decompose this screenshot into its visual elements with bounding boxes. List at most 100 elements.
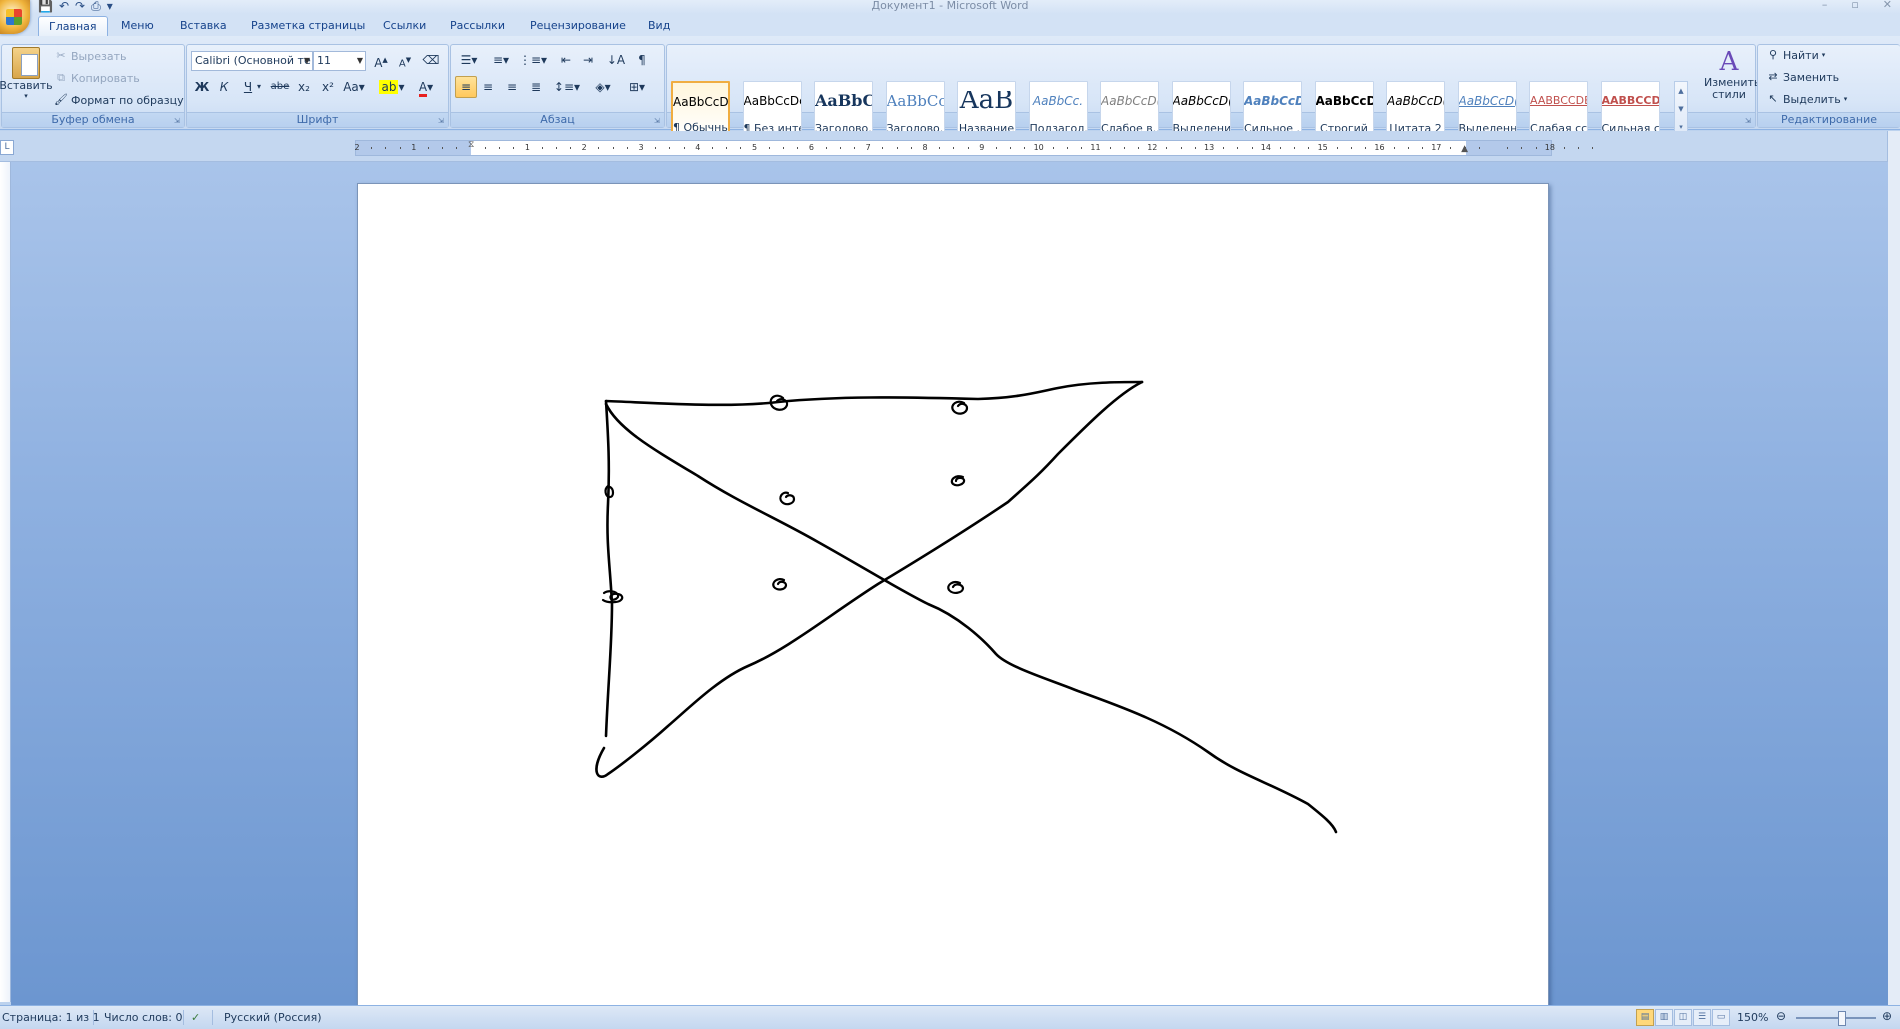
show-formatting-icon[interactable]: ¶ (631, 49, 653, 71)
ruler-tick (1578, 147, 1580, 149)
change-case-button[interactable]: Aa▾ (341, 76, 367, 98)
chevron-down-icon[interactable]: ▼ (1675, 100, 1687, 118)
right-indent-marker-icon[interactable]: ▲ (1461, 144, 1468, 154)
dialog-launcher-icon[interactable]: ⇲ (174, 117, 182, 125)
align-right-icon[interactable]: ≡ (501, 76, 523, 98)
shading-icon[interactable]: ◈▾ (589, 76, 617, 98)
undo-icon[interactable]: ↶ (59, 0, 69, 13)
bold-button[interactable]: Ж (191, 76, 213, 98)
clear-formatting-icon[interactable]: ⌫ (420, 49, 442, 71)
style-sample: AABBCCDE (1530, 94, 1587, 107)
vertical-ruler[interactable] (0, 162, 11, 1002)
language-indicator[interactable]: Русский (Россия) (224, 1011, 322, 1025)
line-spacing-icon[interactable]: ↕≡▾ (553, 76, 581, 98)
zoom-slider-thumb[interactable] (1838, 1011, 1846, 1026)
loop-mark (947, 581, 965, 594)
bullets-icon[interactable]: ☰▾ (455, 49, 483, 71)
cut-button[interactable]: ✂ Вырезать (54, 49, 126, 63)
grow-font-button[interactable]: A▲ (370, 49, 392, 71)
style-sample: AaBbC( (815, 91, 872, 110)
tab-review[interactable]: Рецензирование (530, 18, 626, 34)
copy-icon: ⧉ (57, 71, 65, 84)
print-preview-icon[interactable]: ⎙ (91, 0, 101, 14)
zoom-in-icon[interactable]: ⊕ (1882, 1009, 1892, 1023)
redo-icon[interactable]: ↷ (75, 0, 85, 13)
dialog-launcher-icon[interactable]: ⇲ (654, 117, 662, 125)
maximize-icon[interactable]: ▫ (1851, 0, 1858, 11)
save-icon[interactable]: 💾 (38, 0, 53, 13)
change-styles-button[interactable]: A Изменить стили (1704, 47, 1760, 111)
align-left-icon[interactable]: ≡ (455, 76, 477, 98)
minimize-icon[interactable]: – (1822, 0, 1828, 11)
ruler-tick (1422, 147, 1423, 149)
increase-indent-icon[interactable]: ⇥ (577, 49, 599, 71)
office-button[interactable] (0, 0, 30, 34)
numbering-icon[interactable]: ≡▾ (487, 49, 515, 71)
ruler-tick (768, 147, 770, 149)
divider (93, 1010, 94, 1025)
chevron-down-icon[interactable]: ▾ (253, 76, 265, 98)
ruler-tick (1507, 147, 1509, 149)
multilevel-list-icon[interactable]: ⋮≡▾ (519, 49, 547, 71)
select-button[interactable]: ↖ Выделить ▾ (1766, 92, 1847, 106)
font-name-select[interactable]: Calibri (Основной те ▼ (191, 51, 313, 71)
subscript-button[interactable]: x₂ (293, 76, 315, 98)
chevron-down-icon: ▼ (303, 56, 310, 65)
ruler-tick (669, 147, 671, 149)
ruler-tick (484, 147, 486, 149)
tab-home[interactable]: Главная (38, 16, 108, 37)
replace-button[interactable]: ⇄ Заменить (1766, 70, 1839, 84)
superscript-button[interactable]: x² (317, 76, 339, 98)
ruler-tick (1294, 147, 1296, 149)
tab-references[interactable]: Ссылки (383, 18, 426, 34)
strikethrough-button[interactable]: abe (269, 76, 291, 98)
font-group: Calibri (Основной те ▼ 11 ▼ A▲ A▼ ⌫ Ж К Ч … (186, 44, 449, 128)
spellcheck-icon[interactable]: ✓ (191, 1011, 200, 1025)
customize-icon[interactable]: ▾ (107, 0, 113, 13)
borders-icon[interactable]: ⊞▾ (623, 76, 651, 98)
ruler-number: 5 (752, 143, 758, 152)
sort-icon[interactable]: ↓A (605, 49, 627, 71)
copy-button[interactable]: ⧉ Копировать (54, 71, 140, 85)
style-sample: AaBbCcD( (1458, 94, 1516, 108)
dialog-launcher-icon[interactable]: ⇲ (1745, 117, 1753, 125)
tab-view[interactable]: Вид (648, 18, 670, 34)
highlight-button[interactable]: ab ▾ (377, 76, 407, 98)
decrease-indent-icon[interactable]: ⇤ (555, 49, 577, 71)
font-size-select[interactable]: 11 ▼ (313, 51, 366, 71)
outline-view-icon[interactable]: ☰ (1693, 1009, 1711, 1026)
font-color-button[interactable]: A▾ (411, 76, 441, 98)
ruler-tick (1351, 147, 1352, 149)
scissors-icon: ✂ (56, 49, 66, 62)
dialog-launcher-icon[interactable]: ⇲ (438, 117, 446, 125)
find-button[interactable]: ⚲ Найти ▾ (1766, 48, 1825, 62)
ruler-number: 4 (695, 143, 701, 152)
zoom-slider[interactable] (1796, 1017, 1876, 1019)
page-count[interactable]: Страница: 1 из 1 (2, 1011, 100, 1025)
italic-button[interactable]: К (213, 76, 235, 98)
word-count[interactable]: Число слов: 0 (104, 1011, 183, 1025)
align-center-icon[interactable]: ≡ (477, 76, 499, 98)
tab-insert[interactable]: Вставка (180, 18, 227, 34)
horizontal-ruler[interactable]: 2 1 1 2 3 4 5 6 7 8 9 10 11 12 13 14 15 16 17 18 ⧖ ▲ (354, 140, 1594, 156)
tab-selector-icon[interactable]: L (0, 140, 14, 155)
web-layout-view-icon[interactable]: ◫ (1674, 1009, 1692, 1026)
chevron-up-icon[interactable]: ▲ (1675, 82, 1687, 100)
vertical-scrollbar[interactable] (1887, 131, 1900, 1005)
document-page[interactable] (357, 183, 1549, 1005)
cursor-icon: ↖ (1768, 92, 1778, 105)
tab-menu[interactable]: Меню (121, 18, 154, 34)
draft-view-icon[interactable]: ▭ (1712, 1009, 1730, 1026)
shrink-font-button[interactable]: A▼ (394, 49, 416, 71)
paste-button[interactable]: Вставить ▾ (0, 47, 53, 100)
close-icon[interactable]: ✕ (1883, 0, 1892, 11)
indent-marker-icon[interactable]: ⧖ (468, 140, 474, 150)
tab-page-layout[interactable]: Разметка страницы (251, 18, 365, 34)
print-layout-view-icon[interactable]: ▤ (1636, 1009, 1654, 1026)
justify-icon[interactable]: ≣ (525, 76, 547, 98)
zoom-level[interactable]: 150% (1737, 1011, 1768, 1025)
full-screen-reading-view-icon[interactable]: ▥ (1655, 1009, 1673, 1026)
tab-mailings[interactable]: Рассылки (450, 18, 505, 34)
zoom-out-icon[interactable]: ⊖ (1776, 1009, 1786, 1023)
format-painter-button[interactable]: 🖌 Формат по образцу (54, 93, 184, 107)
